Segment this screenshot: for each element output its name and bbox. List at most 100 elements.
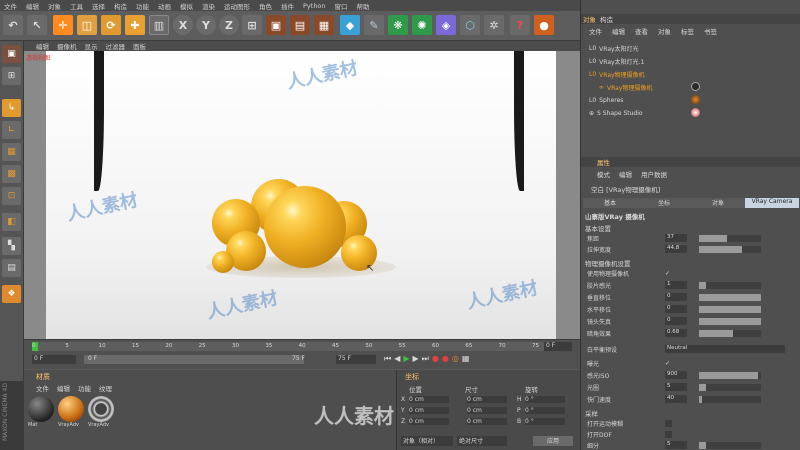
param-slider[interactable]: [699, 317, 761, 325]
uv-mode-icon[interactable]: ⊡: [2, 187, 21, 205]
param-slider[interactable]: [699, 383, 761, 391]
menu-python[interactable]: Python: [303, 2, 326, 10]
menu-character[interactable]: 角色: [259, 1, 272, 11]
material-swatch[interactable]: VrayAdv: [88, 396, 116, 430]
autokey-icon[interactable]: ●: [442, 354, 449, 364]
render-picture-viewer-icon[interactable]: ▤: [290, 15, 310, 35]
size-y-field[interactable]: 0 cm: [467, 407, 507, 414]
rotation-p-field[interactable]: 0 °: [525, 407, 565, 414]
material-swatch[interactable]: VrayAdv: [58, 396, 86, 430]
goto-end-icon[interactable]: ⏭: [422, 354, 429, 364]
keyframe-selection-icon[interactable]: ◎: [452, 354, 459, 364]
menu-animation[interactable]: 动画: [158, 1, 171, 11]
coordinates-tab[interactable]: 坐标: [405, 372, 419, 382]
viewport-menu-camera[interactable]: 摄像机: [57, 41, 77, 51]
checkbox[interactable]: ✓: [665, 270, 670, 277]
rotation-b-field[interactable]: 0 °: [525, 418, 565, 425]
snap-icon[interactable]: ◧: [2, 213, 21, 231]
scale-tool-icon[interactable]: ◫: [77, 15, 97, 35]
move-tool-icon[interactable]: ✛: [53, 15, 73, 35]
menu-mograph[interactable]: 运动图形: [224, 1, 250, 11]
menu-tools[interactable]: 工具: [70, 1, 83, 11]
camera-tag-icon[interactable]: [691, 82, 700, 91]
coord-mode-select[interactable]: 对象（相对）: [401, 436, 453, 446]
texture-mode-icon[interactable]: ⊞: [2, 67, 21, 85]
attributes-tab[interactable]: 属性: [581, 157, 800, 167]
x-axis-button[interactable]: X: [173, 15, 193, 35]
frame-range-slider[interactable]: 0 F: [84, 355, 304, 364]
deformer-icon[interactable]: ◈: [436, 15, 456, 35]
viewport-menu-filter[interactable]: 过滤器: [106, 41, 126, 51]
materials-menu-function[interactable]: 功能: [78, 383, 91, 393]
prev-key-icon[interactable]: ◀: [394, 354, 400, 364]
menu-help[interactable]: 帮助: [357, 1, 370, 11]
object-row[interactable]: L0 Spheres: [589, 96, 623, 105]
position-y-field[interactable]: 0 cm: [409, 407, 449, 414]
param-slider[interactable]: [699, 281, 761, 289]
spline-pen-icon[interactable]: ✎: [364, 15, 384, 35]
position-x-field[interactable]: 0 cm: [409, 396, 449, 403]
light-icon[interactable]: ?: [510, 15, 530, 35]
menu-build[interactable]: 构造: [114, 1, 127, 11]
sculpt-icon[interactable]: ❖: [2, 285, 21, 303]
grid-icon[interactable]: ▤: [2, 259, 21, 277]
menu-simulate[interactable]: 模拟: [180, 1, 193, 11]
current-frame-field[interactable]: 0 F: [544, 342, 572, 351]
menu-file[interactable]: 文件: [4, 1, 17, 11]
viewport-menu-panel[interactable]: 面板: [133, 41, 146, 51]
y-axis-button[interactable]: Y: [196, 15, 216, 35]
render-settings-icon[interactable]: ▦: [314, 15, 334, 35]
materials-menu-file[interactable]: 文件: [36, 383, 49, 393]
start-frame-field[interactable]: 0 F: [32, 355, 76, 364]
next-key-icon[interactable]: ▶: [413, 354, 419, 364]
checkbox[interactable]: [665, 419, 672, 427]
viewport[interactable]: 透视视图 ↖ 人人素材 人人素材 人人素材 人人素材: [24, 51, 580, 339]
tab-coord[interactable]: 坐标: [637, 198, 691, 208]
cube-icon[interactable]: ◆: [340, 15, 360, 35]
param-slider[interactable]: [699, 371, 761, 379]
size-mode-select[interactable]: 绝对尺寸: [457, 436, 507, 446]
param-slider[interactable]: [699, 245, 761, 253]
checkbox[interactable]: [665, 430, 672, 438]
coordinate-system-icon[interactable]: ⊞: [242, 15, 262, 35]
add-tool-icon[interactable]: ✚: [125, 15, 145, 35]
end-frame-a[interactable]: 75 F: [292, 355, 332, 364]
rotation-h-field[interactable]: 0 °: [525, 396, 565, 403]
tab-object[interactable]: 对象: [691, 198, 745, 208]
rotate-tool-icon[interactable]: ⟳: [101, 15, 121, 35]
render-view-icon[interactable]: ▣: [266, 15, 286, 35]
camera-icon[interactable]: ✲: [484, 15, 504, 35]
play-icon[interactable]: ▶: [403, 354, 409, 364]
z-axis-button[interactable]: Z: [219, 15, 239, 35]
select-arrow-icon[interactable]: ↖: [27, 15, 47, 35]
param-slider[interactable]: [699, 395, 761, 403]
edges-mode-icon[interactable]: ▦: [2, 143, 21, 161]
param-slider[interactable]: [699, 234, 761, 242]
timeline-ruler[interactable]: 0 5 10 15 20 25 30 35 40 45 50 55 60 65 70 75: [32, 342, 572, 351]
viewport-menu-edit[interactable]: 编辑: [36, 41, 49, 51]
checkbox[interactable]: ✓: [665, 360, 670, 367]
record-icon[interactable]: ●: [432, 354, 439, 364]
object-row-child[interactable]: ∞ VRay物理摄像机: [599, 83, 652, 92]
white-balance-select[interactable]: Neutral: [665, 345, 785, 353]
menu-plugins[interactable]: 插件: [281, 1, 294, 11]
points-mode-icon[interactable]: ∟: [2, 121, 21, 139]
materials-menu-edit[interactable]: 编辑: [57, 383, 70, 393]
menu-window[interactable]: 窗口: [335, 1, 348, 11]
timeline-settings-icon[interactable]: ▦: [462, 354, 470, 364]
materials-menu-texture[interactable]: 纹理: [99, 383, 112, 393]
undo-icon[interactable]: ↶: [3, 15, 23, 35]
menu-render[interactable]: 渲染: [202, 1, 215, 11]
menu-function[interactable]: 功能: [136, 1, 149, 11]
object-row[interactable]: ⊕ S Shape Studio: [589, 109, 643, 118]
materials-tab[interactable]: 材质: [36, 372, 50, 382]
axis-mode-icon[interactable]: ↳: [2, 99, 21, 117]
tab-vray-camera[interactable]: VRay Camera: [745, 198, 799, 208]
goto-start-icon[interactable]: ⏮: [384, 354, 391, 364]
model-mode-icon[interactable]: ▣: [2, 45, 21, 63]
tab-structure[interactable]: 构造: [600, 14, 613, 24]
object-row[interactable]: L0 VRay太阳灯光: [589, 44, 639, 53]
param-slider[interactable]: [699, 305, 761, 313]
array-icon[interactable]: ✺: [412, 15, 432, 35]
position-z-field[interactable]: 0 cm: [409, 418, 449, 425]
